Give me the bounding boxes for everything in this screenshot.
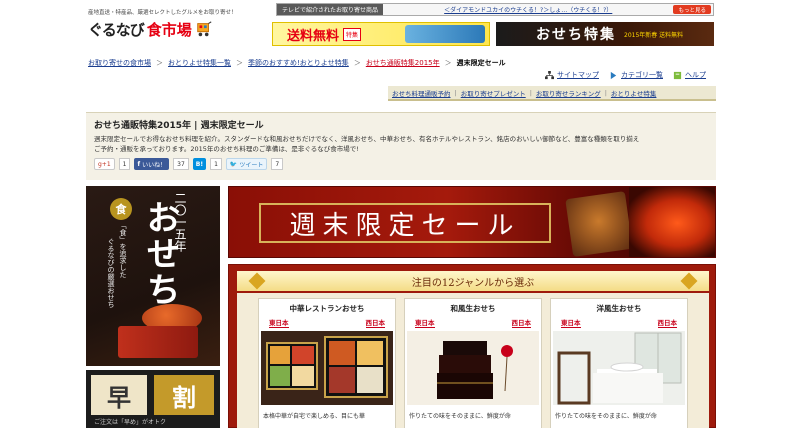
- banner-copy1: 「食」を追求した: [119, 222, 127, 278]
- genre-card-western[interactable]: 洋風生おせち 東日本 西日本 作りたての味をそのままに、鮮度が命: [550, 298, 688, 428]
- osechi-2015-banner[interactable]: 食 二〇一五年 おせち 「食」を追求した ぐるなびの厳選おせち: [86, 186, 220, 366]
- feature-tab-bar: おせち料理通販予約 | お取り寄せプレゼント | お取り寄せランキング | おと…: [388, 86, 716, 101]
- western-osechi-image: [553, 331, 685, 405]
- gplus-button[interactable]: g+1: [94, 158, 115, 170]
- tweet-button[interactable]: 🐦 ツイート: [225, 158, 268, 170]
- breadcrumb-home[interactable]: お取り寄せの食市場: [88, 58, 151, 68]
- arrow-right-icon: [610, 71, 617, 79]
- ticker-label: テレビで紹介されたお取り寄せ商品: [277, 4, 384, 15]
- weekend-sale-hero: 週末限定セール: [228, 186, 716, 258]
- facebook-count: 37: [173, 158, 189, 170]
- hatena-bookmark-button[interactable]: B!: [192, 158, 207, 170]
- banner-copy2: ぐるなびの厳選おせち: [107, 238, 115, 308]
- tab-sep: |: [529, 88, 532, 97]
- shipping-truck-image: [405, 25, 485, 43]
- breadcrumb-sep: ＞: [353, 59, 361, 67]
- social-buttons: g+1 1 f いいね！ 37 B! 1 🐦 ツイート 7: [94, 158, 708, 170]
- genre-card-japanese[interactable]: 和風生おせち 東日本 西日本 作りたての味をそのままに、鮮度が命: [404, 298, 542, 428]
- west-japan-link[interactable]: 西日本: [365, 317, 385, 328]
- osechi-box-image: [565, 191, 633, 257]
- facebook-like-label: いいね！: [142, 161, 167, 169]
- genre-heading: 注目の12ジャンルから選ぶ: [237, 271, 709, 291]
- east-japan-link[interactable]: 東日本: [415, 317, 435, 328]
- osechi-banner-title: おせち特集: [536, 27, 616, 43]
- category-label: カテゴリ一覧: [621, 71, 663, 79]
- sitemap-icon: [545, 70, 554, 79]
- help-label: ヘルプ: [685, 71, 706, 79]
- tweet-count: 7: [271, 158, 284, 170]
- utility-links: サイトマップ カテゴリ一覧 ヘルプ: [545, 70, 706, 80]
- jubako-image: [118, 326, 198, 358]
- breadcrumb-osechi[interactable]: おせち通販特集2015年: [366, 58, 440, 68]
- banner-title: おせち: [140, 200, 180, 308]
- tab-features[interactable]: おとりよせ特集: [611, 88, 657, 98]
- cart-icon: [196, 21, 212, 37]
- breadcrumb-current: 週末限定セール: [456, 59, 506, 67]
- tv-ticker: テレビで紹介されたお取り寄せ商品 ＜ダイアモンドユカイのウチくる！?＞しょ…（ウ…: [276, 3, 714, 16]
- breadcrumb-seasonal[interactable]: 季節のおすすめ!おとりよせ特集: [248, 58, 349, 68]
- genre-card-desc: 本格中華が自宅で楽しめる、目にも華: [263, 413, 366, 420]
- genre-section: 注目の12ジャンルから選ぶ 中華レストランおせち 東日本 西日本 本格中華が自宅…: [228, 264, 716, 428]
- early-discount-banner[interactable]: 早 割 ご注文は「早め」がオトク: [86, 370, 220, 428]
- genre-card-desc: 作りたての味をそのままに、鮮度が命: [409, 413, 511, 420]
- logo-shokuichiba: 食市場: [146, 20, 192, 39]
- early-char: 早: [91, 375, 147, 415]
- osechi-banner-sub: 2015年新春 送料無料: [624, 31, 684, 39]
- ticker-more-button[interactable]: もっと見る: [673, 5, 711, 14]
- west-japan-link[interactable]: 西日本: [511, 317, 531, 328]
- site-logo[interactable]: ぐるなび 食市場: [88, 18, 213, 40]
- free-shipping-title: 送料無料: [287, 28, 340, 44]
- category-list-link[interactable]: カテゴリ一覧: [609, 70, 663, 80]
- help-link[interactable]: ヘルプ: [673, 70, 706, 80]
- genre-card-regions: 東日本 西日本: [551, 317, 687, 328]
- discount-char: 割: [154, 375, 214, 415]
- breadcrumb: お取り寄せの食市場 ＞ おとりよせ特集一覧 ＞ 季節のおすすめ!おとりよせ特集 …: [88, 58, 506, 68]
- genre-card-title: 和風生おせち: [450, 304, 496, 313]
- tab-sep: |: [604, 88, 607, 97]
- intro-text-line1: 週末限定セールでお得なおせち料理を紹介。スタンダードな和風おせちだけでなく、洋風…: [94, 135, 640, 143]
- west-japan-link[interactable]: 西日本: [657, 317, 677, 328]
- shoku-mark-icon: 食: [110, 198, 132, 220]
- free-shipping-banner[interactable]: 送料無料 特集: [272, 22, 490, 46]
- genre-card-regions: 東日本 西日本: [259, 317, 395, 328]
- tab-present[interactable]: お取り寄せプレゼント: [461, 88, 526, 98]
- breadcrumb-sep: ＞: [444, 59, 452, 67]
- tab-sep: |: [454, 88, 457, 97]
- intro-panel: おせち通販特集2015年 | 週末限定セール 週末限定セールでお得なおせち料理を…: [86, 112, 716, 180]
- intro-text-line2: ご予約・通販を承っております。2015年のおせち料理のご準備は、是非ぐるなび食市…: [94, 145, 359, 153]
- early-caption: ご注文は「早め」がオトク: [94, 419, 167, 426]
- genre-card-chinese[interactable]: 中華レストランおせち 東日本 西日本 本格中華が自宅で楽しめる、目にも華: [258, 298, 396, 428]
- hatena-count: 1: [210, 158, 222, 170]
- breadcrumb-sep: ＞: [236, 59, 243, 67]
- genre-card-desc: 作りたての味をそのままに、鮮度が命: [555, 413, 657, 420]
- chinese-osechi-image: [261, 331, 393, 405]
- tab-osechi-reservation[interactable]: おせち料理通販予約: [392, 88, 451, 98]
- genre-body: 中華レストランおせち 東日本 西日本 本格中華が自宅で楽しめる、目にも華 和風生…: [237, 293, 709, 428]
- genre-card-title: 中華レストランおせち: [289, 304, 365, 313]
- tab-ranking[interactable]: お取り寄せランキング: [536, 88, 601, 98]
- facebook-like-button[interactable]: f いいね！: [134, 158, 170, 170]
- breadcrumb-features[interactable]: おとりよせ特集一覧: [168, 58, 231, 68]
- facebook-icon: f: [137, 160, 141, 168]
- osechi-feature-banner[interactable]: おせち特集 2015年新春 送料無料: [496, 22, 714, 46]
- breadcrumb-sep: ＞: [156, 59, 163, 67]
- genre-card-regions: 東日本 西日本: [405, 317, 541, 328]
- sitemap-label: サイトマップ: [557, 71, 599, 79]
- help-book-icon: [673, 71, 682, 79]
- page-title: おせち通販特集2015年 | 週末限定セール: [94, 121, 264, 131]
- free-shipping-sub: 特集: [343, 27, 362, 41]
- ticker-link[interactable]: ＜ダイアモンドユカイのウチくる！?＞しょ…（ウチくる！?）: [383, 5, 673, 14]
- tweet-label: ツイート: [239, 161, 264, 169]
- gplus-count: 1: [118, 158, 131, 170]
- site-tagline: 産地直送・特産品、厳選セレクトしたグルメをお取り寄せ！: [88, 10, 237, 16]
- east-japan-link[interactable]: 東日本: [269, 317, 289, 328]
- twitter-bird-icon: 🐦: [229, 160, 238, 168]
- east-japan-link[interactable]: 東日本: [561, 317, 581, 328]
- japanese-osechi-image: [407, 331, 539, 405]
- hero-title: 週末限定セール: [259, 203, 551, 243]
- lobster-hero-image: [629, 187, 715, 257]
- logo-gurunavi: ぐるなび: [88, 20, 145, 39]
- sitemap-link[interactable]: サイトマップ: [545, 70, 599, 80]
- genre-card-title: 洋風生おせち: [596, 304, 642, 313]
